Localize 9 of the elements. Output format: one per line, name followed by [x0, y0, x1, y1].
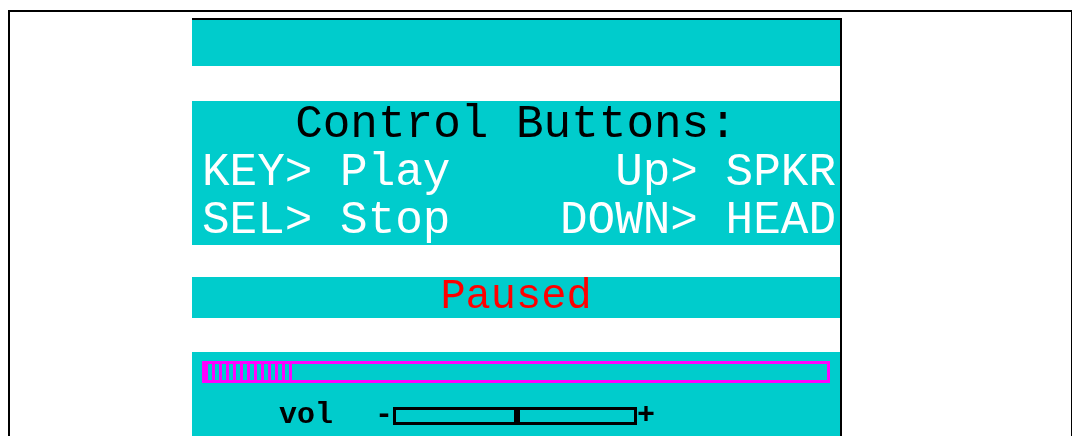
volume-minus: - — [375, 397, 394, 434]
status-text: Paused — [440, 277, 592, 319]
controls-title: Control Buttons: — [294, 100, 738, 149]
volume-label: vol — [279, 397, 333, 434]
control-hint: KEY> Play — [202, 148, 451, 197]
volume-plus: + — [637, 397, 656, 434]
control-hint: SEL> Stop — [202, 196, 451, 245]
control-hint: Up> SPKR — [615, 148, 836, 197]
control-hint: DOWN> HEAD — [559, 196, 836, 245]
